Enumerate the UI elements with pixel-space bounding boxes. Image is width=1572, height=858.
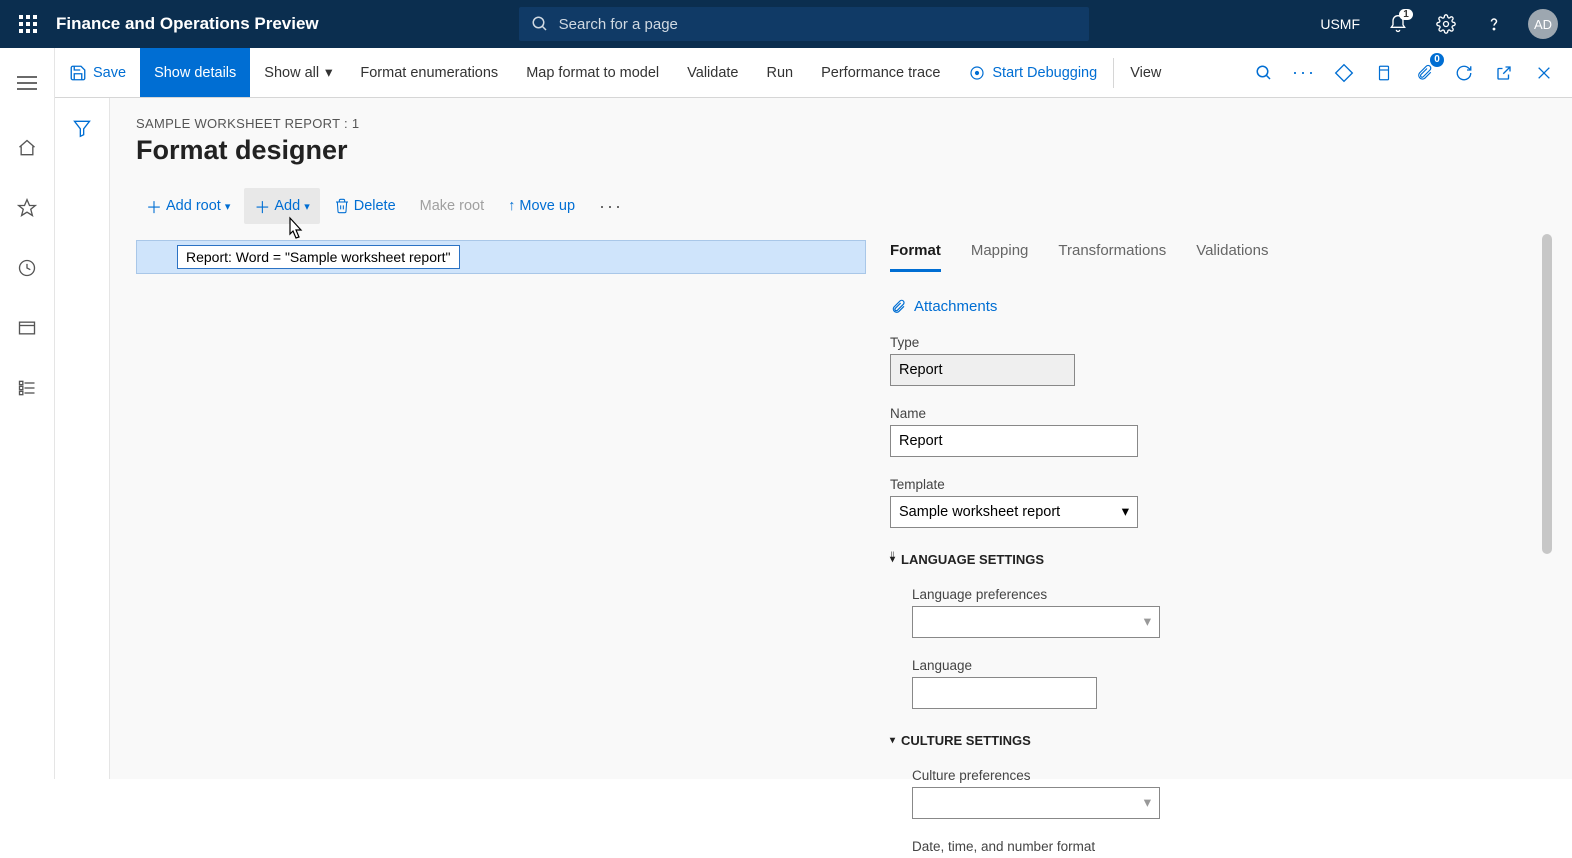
tree-node-selected[interactable]: Report: Word = "Sample worksheet report" <box>136 240 866 274</box>
attachments-button[interactable]: Attachments <box>890 298 1546 315</box>
scrollbar-thumb[interactable] <box>1542 234 1552 554</box>
tree-node-label: Report: Word = "Sample worksheet report" <box>177 245 460 269</box>
culture-pref-select[interactable]: ▾ <box>912 787 1160 819</box>
plus-icon: ＋ <box>254 194 270 218</box>
show-all-button[interactable]: Show all ▾ <box>250 48 346 97</box>
workspaces-icon[interactable] <box>7 308 47 348</box>
tab-validations[interactable]: Validations <box>1196 240 1268 272</box>
more-icon[interactable]: ··· <box>1286 55 1322 91</box>
close-icon[interactable] <box>1526 55 1562 91</box>
collapse-icon: ▾ <box>890 554 895 565</box>
favorites-icon[interactable] <box>7 188 47 228</box>
hamburger-icon[interactable] <box>7 58 47 108</box>
culture-settings-header[interactable]: ▾ CULTURE SETTINGS <box>890 733 1546 748</box>
language-settings-header[interactable]: ▾ LANGUAGE SETTINGS <box>890 552 1546 567</box>
plus-icon: ＋ <box>146 194 162 218</box>
filter-icon[interactable] <box>72 118 92 779</box>
name-field[interactable] <box>890 425 1138 457</box>
performance-trace-button[interactable]: Performance trace <box>807 48 954 97</box>
refresh-icon[interactable] <box>1446 55 1482 91</box>
lang-pref-select[interactable]: ▾ <box>912 606 1160 638</box>
chevron-down-icon: ▾ <box>1144 795 1151 811</box>
start-debugging-button[interactable]: Start Debugging <box>954 48 1111 97</box>
collapse-icon: ▾ <box>890 735 895 746</box>
add-button[interactable]: ＋ Add ▾ <box>244 188 319 224</box>
popout-icon[interactable] <box>1486 55 1522 91</box>
map-format-button[interactable]: Map format to model <box>512 48 673 97</box>
start-debug-label: Start Debugging <box>992 65 1097 81</box>
type-label: Type <box>890 335 1546 350</box>
template-label: Template <box>890 477 1546 492</box>
show-all-label: Show all <box>264 65 319 81</box>
page-title: Format designer <box>136 135 1546 166</box>
name-label: Name <box>890 406 1546 421</box>
search-icon[interactable] <box>1246 55 1282 91</box>
template-select[interactable]: Sample worksheet report ▾ <box>890 496 1138 528</box>
show-details-label: Show details <box>154 65 236 81</box>
show-details-button[interactable]: Show details <box>140 48 250 97</box>
save-label: Save <box>93 65 126 81</box>
chevron-down-icon: ▾ <box>325 65 332 81</box>
app-title: Finance and Operations Preview <box>56 14 319 34</box>
date-format-label: Date, time, and number format <box>912 839 1546 854</box>
user-avatar[interactable]: AD <box>1528 9 1558 39</box>
settings-icon[interactable] <box>1426 4 1466 44</box>
home-icon[interactable] <box>7 128 47 168</box>
modules-icon[interactable] <box>7 368 47 408</box>
tab-format[interactable]: Format <box>890 240 941 272</box>
app-launcher-icon[interactable] <box>8 4 48 44</box>
chevron-down-icon: ▾ <box>304 200 310 213</box>
validate-button[interactable]: Validate <box>673 48 752 97</box>
type-field <box>890 354 1075 386</box>
global-search-input[interactable] <box>519 7 1089 41</box>
notification-badge: 1 <box>1399 9 1413 20</box>
recent-icon[interactable] <box>7 248 47 288</box>
delete-button[interactable]: Delete <box>324 192 406 220</box>
lang-pref-label: Language preferences <box>912 587 1546 602</box>
notifications-icon[interactable]: 1 <box>1378 4 1418 44</box>
arrow-up-icon: ↑ <box>508 198 515 214</box>
culture-pref-label: Culture preferences <box>912 768 1546 783</box>
attachment-badge: 0 <box>1430 53 1444 67</box>
make-root-button: Make root <box>410 192 494 220</box>
lang-field <box>912 677 1097 709</box>
add-root-button[interactable]: ＋ Add root ▾ <box>136 188 240 224</box>
overflow-menu-icon[interactable]: ··· <box>589 190 633 223</box>
chevron-down-icon: ▾ <box>1122 504 1129 520</box>
tab-mapping[interactable]: Mapping <box>971 240 1029 272</box>
lang-label: Language <box>912 658 1546 673</box>
format-enumerations-button[interactable]: Format enumerations <box>346 48 512 97</box>
office-icon[interactable] <box>1366 55 1402 91</box>
search-icon <box>531 15 549 33</box>
save-button[interactable]: Save <box>55 48 140 97</box>
chevron-down-icon: ▾ <box>1144 614 1151 630</box>
move-up-button[interactable]: ↑ Move up <box>498 192 585 220</box>
tab-transformations[interactable]: Transformations <box>1058 240 1166 272</box>
attachment-count-icon[interactable]: 0 <box>1406 55 1442 91</box>
chevron-down-icon: ▾ <box>225 200 231 213</box>
attachments-label: Attachments <box>914 298 997 315</box>
diamond-icon[interactable] <box>1326 55 1362 91</box>
separator <box>1113 58 1114 88</box>
company-label[interactable]: USMF <box>1310 16 1370 32</box>
run-button[interactable]: Run <box>753 48 808 97</box>
help-icon[interactable] <box>1474 4 1514 44</box>
view-button[interactable]: View <box>1116 48 1175 97</box>
breadcrumb: SAMPLE WORKSHEET REPORT : 1 <box>136 116 1546 131</box>
